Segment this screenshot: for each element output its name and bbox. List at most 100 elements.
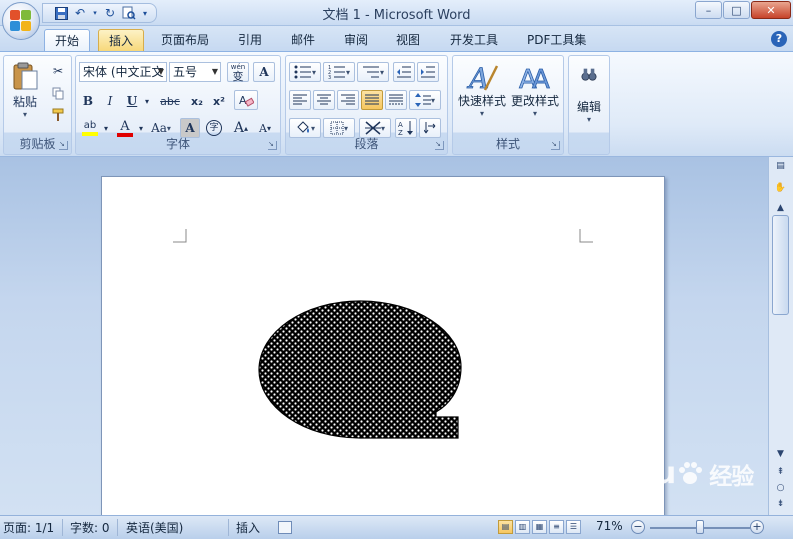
- scroll-down-icon[interactable]: ▼: [772, 447, 789, 461]
- quick-styles-button[interactable]: A 快速样式 ▾: [456, 59, 508, 125]
- change-case-label: Aa: [151, 121, 167, 135]
- print-layout-icon[interactable]: ▤: [498, 520, 513, 534]
- zoom-slider-thumb[interactable]: [696, 520, 704, 534]
- tab-home[interactable]: 开始: [44, 29, 91, 51]
- bold-button[interactable]: B: [79, 91, 97, 111]
- tab-page-layout[interactable]: 页面布局: [151, 29, 219, 51]
- vertical-scrollbar[interactable]: ▤ ✋ ▲ ▼ ⇞ ○ ⇟: [768, 157, 793, 515]
- subscript-button[interactable]: x₂: [187, 91, 207, 111]
- align-right-icon[interactable]: [337, 90, 359, 110]
- office-button[interactable]: [2, 2, 40, 40]
- font-size-select[interactable]: 五号 ▼: [169, 62, 221, 82]
- superscript-button[interactable]: x²: [209, 91, 229, 111]
- minimize-button[interactable]: –: [695, 1, 722, 19]
- paste-button[interactable]: 粘贴 ▾: [7, 59, 43, 121]
- tab-review[interactable]: 审阅: [334, 29, 378, 51]
- change-styles-button[interactable]: A A 更改样式 ▾: [509, 59, 561, 125]
- align-left-icon[interactable]: [289, 90, 311, 110]
- page-count[interactable]: 页面: 1/1: [3, 519, 54, 536]
- chevron-down-icon: ▾: [311, 67, 316, 77]
- align-center-icon[interactable]: [313, 90, 335, 110]
- styles-launcher-icon[interactable]: ↘: [551, 141, 560, 150]
- styles-group-label: 样式: [495, 137, 520, 151]
- help-icon[interactable]: ?: [771, 31, 787, 47]
- paragraph-launcher-icon[interactable]: ↘: [435, 141, 444, 150]
- copy-icon[interactable]: [48, 83, 68, 103]
- tab-mailings[interactable]: 邮件: [281, 29, 325, 51]
- font-group: 宋体 (中文正文 ▼ 五号 ▼ wén 变 A B I U ▾ abc x₂ x…: [75, 55, 281, 155]
- tab-view[interactable]: 视图: [386, 29, 430, 51]
- next-page-icon[interactable]: ⇟: [772, 497, 789, 511]
- status-divider: [62, 519, 63, 536]
- chevron-down-icon: ▾: [345, 67, 350, 77]
- restore-button[interactable]: □: [723, 1, 750, 19]
- full-screen-reading-icon[interactable]: ▥: [515, 520, 530, 534]
- underline-dropdown-icon[interactable]: ▾: [142, 91, 152, 111]
- draft-icon[interactable]: ☰: [566, 520, 581, 534]
- zoom-in-icon[interactable]: +: [750, 520, 764, 534]
- paragraph-group-label: 段落: [354, 137, 379, 151]
- line-spacing-button[interactable]: ▾: [409, 90, 441, 110]
- format-painter-icon[interactable]: [48, 105, 68, 125]
- change-styles-label: 更改样式: [510, 94, 559, 108]
- enclose-char: 字: [206, 120, 222, 136]
- oval-callout-shape[interactable]: [258, 300, 462, 442]
- phonetic-guide-button[interactable]: wén 变: [227, 62, 249, 82]
- scroll-thumb[interactable]: [772, 215, 789, 315]
- ruler-toggle-icon[interactable]: ▤: [772, 159, 789, 173]
- justify-icon[interactable]: [361, 90, 383, 110]
- tab-references[interactable]: 引用: [228, 29, 272, 51]
- tab-pdf-tools[interactable]: PDF工具集: [517, 29, 596, 51]
- word-count[interactable]: 字数: 0: [70, 519, 110, 536]
- clipboard-launcher-icon[interactable]: ↘: [59, 141, 68, 150]
- browse-object-icon[interactable]: ○: [772, 481, 789, 495]
- font-color-letter-icon: A: [120, 118, 130, 134]
- increase-indent-icon[interactable]: [417, 62, 439, 82]
- phonetic-guide-char: 变: [232, 70, 244, 83]
- macro-record-icon[interactable]: [278, 521, 292, 534]
- decrease-indent-icon[interactable]: [393, 62, 415, 82]
- italic-button[interactable]: I: [101, 91, 119, 111]
- previous-page-icon[interactable]: ⇞: [772, 465, 789, 479]
- font-size-value: 五号: [173, 65, 198, 79]
- bullets-button[interactable]: ▾: [289, 62, 321, 82]
- crop-mark-right: [579, 229, 593, 243]
- font-name-select[interactable]: 宋体 (中文正文 ▼: [79, 62, 167, 82]
- distributed-icon[interactable]: [385, 90, 407, 110]
- quick-styles-icon: A: [466, 62, 499, 92]
- underline-button[interactable]: U: [123, 91, 141, 111]
- zoom-level[interactable]: 71%: [596, 519, 623, 533]
- highlight-pen-icon: ab: [83, 120, 97, 131]
- tab-insert[interactable]: 插入: [98, 29, 145, 51]
- web-layout-icon[interactable]: ▦: [532, 520, 547, 534]
- numbering-button[interactable]: 123 ▾: [323, 62, 355, 82]
- paste-label: 粘贴: [12, 95, 37, 109]
- paw-icon: [679, 461, 703, 484]
- paste-dropdown-icon: ▾: [22, 110, 27, 119]
- pan-hand-icon[interactable]: ✋: [772, 181, 789, 195]
- tab-developer[interactable]: 开发工具: [440, 29, 508, 51]
- font-launcher-icon[interactable]: ↘: [268, 141, 277, 150]
- multilevel-list-button[interactable]: ▾: [357, 62, 389, 82]
- chevron-down-icon: ▾: [379, 67, 384, 77]
- crop-mark-left: [173, 229, 187, 243]
- document-page[interactable]: [101, 176, 665, 521]
- close-button[interactable]: ✕: [751, 1, 791, 19]
- strikethrough-button[interactable]: abc: [156, 91, 184, 111]
- insert-mode[interactable]: 插入: [236, 519, 260, 536]
- font-name-value: 宋体 (中文正文: [83, 65, 164, 79]
- outline-icon[interactable]: ≡: [549, 520, 564, 534]
- zoom-out-icon[interactable]: −: [631, 520, 645, 534]
- chevron-down-icon: ▾: [532, 109, 537, 118]
- editing-button[interactable]: 编辑 ▾: [572, 59, 606, 125]
- chevron-down-icon: ▾: [430, 95, 435, 105]
- clear-formatting-icon[interactable]: A: [234, 90, 258, 110]
- character-border-button[interactable]: A: [253, 62, 275, 82]
- ribbon-tabs: 开始 插入 页面布局 引用 邮件 审阅 视图 开发工具 PDF工具集 ?: [0, 26, 793, 51]
- cut-icon[interactable]: ✂: [48, 61, 68, 81]
- language-indicator[interactable]: 英语(美国): [126, 519, 183, 536]
- numbering-icon: 123: [328, 65, 345, 79]
- window-title: 文档 1 - Microsoft Word: [322, 8, 471, 23]
- scroll-up-icon[interactable]: ▲: [772, 201, 789, 215]
- binoculars-icon: [581, 68, 597, 81]
